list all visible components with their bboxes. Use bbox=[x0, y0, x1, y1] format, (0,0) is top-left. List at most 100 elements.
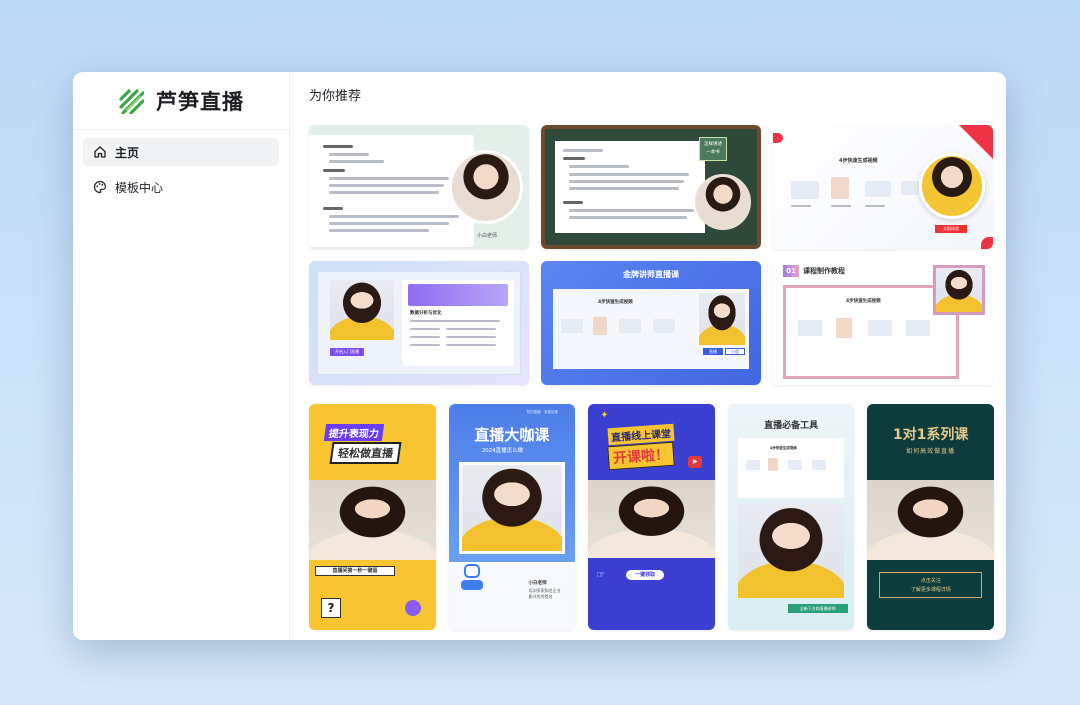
text-line bbox=[329, 229, 429, 232]
footer-box: 点击关注 了解更多课程详情 bbox=[879, 572, 983, 598]
text-line bbox=[569, 173, 689, 176]
step-tile bbox=[798, 320, 822, 336]
sidebar-item-label: 主页 bbox=[115, 145, 140, 160]
step-tile bbox=[811, 460, 826, 470]
template-card[interactable]: 开启入门直播 数据分析与优化 bbox=[309, 261, 529, 385]
template-card[interactable]: 金牌讲师直播课 4步快速生成视频 直播 小程 bbox=[541, 261, 761, 385]
slide-preview: 4步快速生成视频 直播 小程 bbox=[553, 289, 749, 369]
template-card[interactable]: 怎样讲述 一本书 bbox=[541, 125, 761, 249]
template-card[interactable]: 提升表现力 轻松做直播 直播间第一秒一键留 ? bbox=[309, 404, 436, 630]
presenter-video bbox=[867, 480, 994, 560]
text-line bbox=[563, 149, 603, 152]
number-badge: 01 bbox=[783, 265, 799, 277]
text-line bbox=[410, 344, 440, 346]
template-card[interactable]: 4步快速生成视频 立即体验 bbox=[773, 125, 993, 249]
text-line bbox=[569, 180, 684, 183]
home-icon bbox=[93, 145, 107, 159]
text-line bbox=[329, 153, 369, 156]
teacher-intro: 培训多家知名企业 影评优秀提名 bbox=[528, 588, 561, 599]
text-line bbox=[446, 336, 496, 338]
step-tile bbox=[831, 177, 849, 199]
card-title: 直播大咖课 bbox=[474, 426, 550, 444]
slide-heading: 4步快速生成视频 bbox=[769, 446, 797, 450]
yellow-banner: 直播间第一秒一键留 bbox=[315, 566, 395, 576]
text-line bbox=[410, 328, 440, 330]
data-panel: 数据分析与优化 bbox=[402, 280, 514, 366]
slide-preview: 4步快速生成视频 bbox=[737, 438, 844, 498]
text-line bbox=[329, 184, 444, 187]
sparkle-icon: ✦ bbox=[600, 410, 609, 421]
headline-2-text: 轻松做直播 bbox=[337, 447, 394, 460]
sidebar-item-label: 模板中心 bbox=[115, 180, 164, 195]
headline-1: 提升表现力 bbox=[323, 424, 385, 441]
footer-line-2: 了解更多课程详情 bbox=[910, 587, 951, 593]
step-tile bbox=[561, 319, 583, 333]
text-line bbox=[569, 209, 694, 212]
claim-button: 一键领取 bbox=[626, 570, 665, 580]
app-window: 芦笋直播 主页 模板中心 为你推荐 小白老师 怎样讲述 一本书 4步快速生成视频… bbox=[73, 72, 1006, 640]
presenter-avatar bbox=[695, 174, 751, 230]
brand-header: 芦笋直播 bbox=[73, 72, 289, 130]
text-line bbox=[865, 205, 885, 207]
sidebar-item-home[interactable]: 主页 bbox=[83, 138, 279, 166]
presenter-video bbox=[588, 480, 715, 558]
brand-name: 芦笋直播 bbox=[156, 89, 244, 114]
presenter-avatar bbox=[449, 150, 523, 224]
hand-icon: ☞ bbox=[596, 570, 606, 581]
card-subtitle: 如何高效做直播 bbox=[906, 448, 956, 455]
template-card[interactable]: 直播必备工具 4步快速生成视频 全新下方和直播讲师 bbox=[727, 404, 855, 630]
red-corner-top bbox=[959, 125, 993, 159]
teacher-name: 小白老师 bbox=[528, 581, 547, 586]
presenter-avatar bbox=[919, 153, 985, 219]
play-icon: ▶ bbox=[688, 456, 703, 468]
text-line bbox=[563, 201, 583, 204]
palette-icon bbox=[93, 180, 107, 194]
slide-heading: 4步快速生成视频 bbox=[839, 158, 878, 164]
headline-2: 轻松做直播 bbox=[329, 442, 402, 464]
text-line bbox=[569, 165, 629, 168]
text-line bbox=[446, 344, 496, 346]
step-tile bbox=[593, 317, 607, 335]
presenter-video bbox=[699, 293, 745, 345]
question-mark: ? bbox=[321, 598, 341, 618]
step-tile bbox=[865, 181, 891, 197]
presenter-video bbox=[933, 265, 985, 315]
section-title: 为你推荐 bbox=[309, 89, 362, 104]
headline-1-text: 提升表现力 bbox=[327, 429, 380, 440]
chalkboard: 怎样讲述 一本书 bbox=[545, 129, 757, 245]
tab-miniapp: 小程 bbox=[725, 348, 745, 355]
text-line bbox=[329, 222, 449, 225]
step-tile bbox=[906, 320, 930, 336]
step-tile bbox=[836, 318, 852, 338]
template-card[interactable]: 01 课程制作教程 4步快速生成视频 bbox=[773, 261, 993, 385]
slide-preview bbox=[555, 141, 705, 233]
tab-live: 直播 bbox=[703, 348, 723, 355]
live-button: 开启入门直播 bbox=[330, 348, 364, 356]
template-card[interactable]: 知识直播 · 流量加速 直播大咖课 2024直播怎么做 小白老师 培训多家知名企… bbox=[448, 404, 576, 630]
template-card[interactable]: 1对1系列课 如何高效做直播 点击关注 了解更多课程详情 bbox=[867, 404, 994, 630]
template-card[interactable]: ✦ 直播线上课堂 开课啦！ ▶ ☞ 一键领取 bbox=[588, 404, 715, 630]
text-line bbox=[410, 320, 500, 322]
step-tile bbox=[653, 319, 675, 333]
headline-2: 开课啦！ bbox=[607, 441, 675, 471]
text-line bbox=[446, 328, 496, 330]
template-card[interactable]: 小白老师 bbox=[309, 125, 529, 249]
footer-line-1: 点击关注 bbox=[920, 578, 941, 584]
step-tile bbox=[791, 181, 819, 199]
card-subtitle: 2024直播怎么做 bbox=[481, 448, 524, 454]
text-line bbox=[323, 207, 343, 210]
text-line bbox=[569, 187, 679, 190]
sidebar-item-templates[interactable]: 模板中心 bbox=[83, 173, 279, 201]
step-tile bbox=[787, 460, 802, 470]
text-line bbox=[563, 157, 585, 160]
red-corner-left bbox=[773, 133, 783, 143]
avatar-caption: 小白老师 bbox=[477, 233, 498, 239]
slide-frame: 开启入门直播 数据分析与优化 bbox=[317, 271, 521, 375]
sidebar-nav: 主页 模板中心 bbox=[73, 130, 289, 216]
red-corner-bottom bbox=[981, 237, 993, 249]
card-title: 1对1系列课 bbox=[892, 427, 969, 443]
step-tile bbox=[868, 320, 892, 336]
panel-chart bbox=[408, 284, 508, 306]
presenter-video bbox=[330, 280, 394, 340]
step-tile bbox=[745, 460, 760, 470]
